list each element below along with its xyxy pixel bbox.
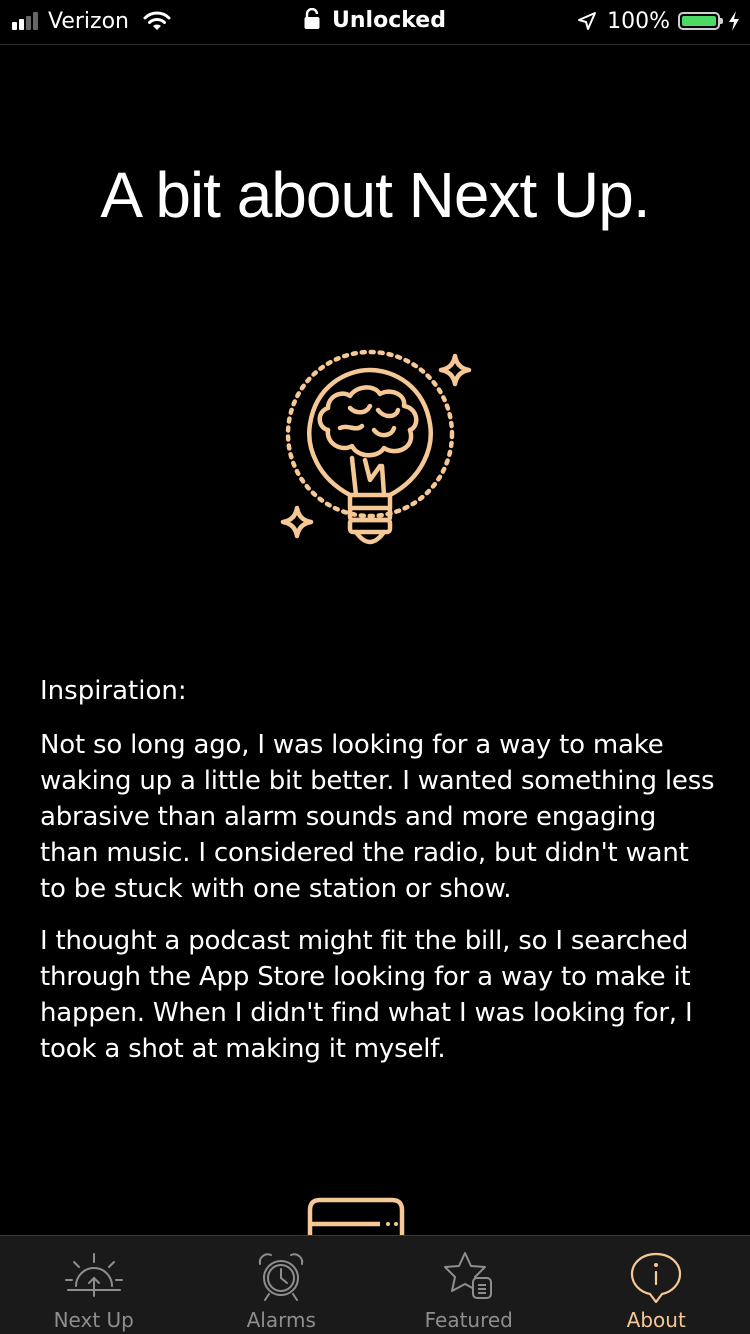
star-list-icon xyxy=(443,1252,492,1299)
tab-featured[interactable]: Featured xyxy=(375,1236,563,1334)
status-right: 100% xyxy=(577,6,740,36)
battery-percent: 100% xyxy=(607,8,670,34)
page-title: A bit about Next Up. xyxy=(100,159,650,231)
lock-status-text: Unlocked xyxy=(332,8,446,33)
tab-label: About xyxy=(626,1308,686,1332)
tab-label: Next Up xyxy=(53,1308,134,1332)
battery-icon xyxy=(678,12,723,30)
status-bar: Verizon Unlocked 100% xyxy=(0,0,750,45)
tab-label: Alarms xyxy=(246,1308,316,1332)
charging-icon xyxy=(729,11,739,31)
sunrise-icon xyxy=(64,1253,123,1297)
paragraph-inspiration-2: I thought a podcast might fit the bill, … xyxy=(40,926,693,1064)
tab-label: Featured xyxy=(424,1308,513,1332)
device-icon xyxy=(307,1197,405,1236)
info-icon xyxy=(631,1252,682,1304)
tab-bar: Next Up Alarms Featured About xyxy=(0,1235,750,1334)
lightbulb-brain-icon xyxy=(280,349,472,545)
lock-icon xyxy=(304,8,320,29)
tab-alarms[interactable]: Alarms xyxy=(188,1236,376,1334)
tab-about[interactable]: About xyxy=(563,1236,750,1334)
tab-next-up[interactable]: Next Up xyxy=(0,1236,188,1334)
location-icon xyxy=(578,12,597,30)
paragraph-inspiration-1: Not so long ago, I was looking for a way… xyxy=(40,730,715,904)
alarm-clock-icon xyxy=(259,1253,304,1301)
section-label: Inspiration: xyxy=(40,676,187,706)
